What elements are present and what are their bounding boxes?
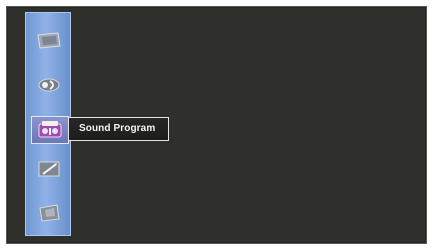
menu-item-setup[interactable]: [34, 157, 63, 181]
setup-tool-icon: [38, 161, 59, 177]
settings-card-icon: [38, 204, 60, 222]
sound-program-label: Sound Program: [68, 117, 169, 141]
sound-effect-icon: [38, 78, 59, 92]
menu-item-sound-effect[interactable]: [34, 73, 63, 97]
menu-item-settings[interactable]: [34, 201, 63, 225]
menu-item-sound-program[interactable]: [31, 116, 69, 144]
sound-program-icon: [38, 121, 62, 138]
menu-item-picture[interactable]: [34, 28, 63, 52]
picture-panel-icon: [36, 32, 61, 49]
